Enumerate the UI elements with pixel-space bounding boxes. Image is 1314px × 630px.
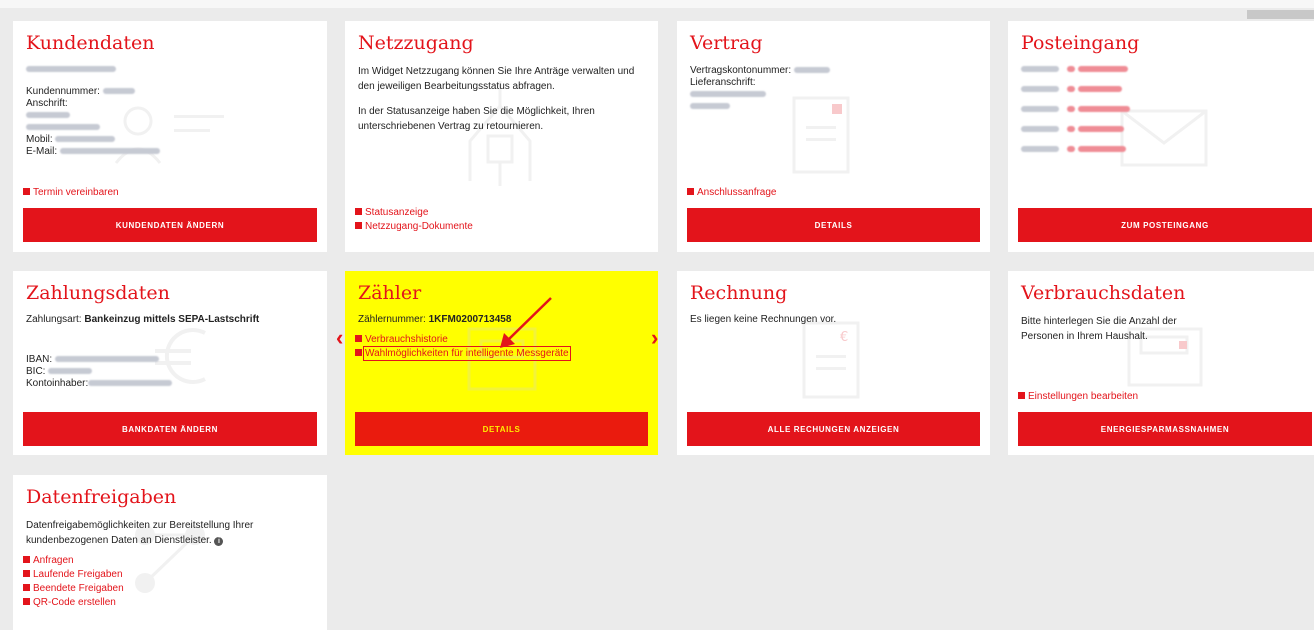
alle-rechnungen-anzeigen-button[interactable]: ALLE RECHUNGEN ANZEIGEN [687, 412, 980, 446]
message-row[interactable] [1021, 124, 1309, 136]
top-strip [0, 0, 1314, 8]
netzzugang-dokumente-link[interactable]: Netzzugang-Dokumente [355, 221, 473, 233]
bullet-square-icon [355, 222, 362, 229]
zahlungsart-row: Zahlungsart: Bankeinzug mittels SEPA-Las… [26, 314, 260, 325]
card-rechnung: € Rechnung Es liegen keine Rechnungen vo… [677, 271, 990, 455]
message-row[interactable] [1021, 104, 1309, 116]
card-title: Verbrauchsdaten [1021, 282, 1186, 304]
rechnung-status-text: Es liegen keine Rechnungen vor. [690, 314, 837, 325]
card-title: Netzzugang [358, 32, 474, 54]
kundennummer-row: Kundennummer: [26, 86, 314, 98]
carousel-prev-arrow[interactable]: ‹ [336, 327, 343, 349]
vertragskontonummer-row: Vertragskontonummer: [690, 65, 977, 77]
zum-posteingang-button[interactable]: ZUM POSTEINGANG [1018, 208, 1312, 242]
statusanzeige-description: In der Statusanzeige haben Sie die Mögli… [358, 106, 595, 132]
verbrauchshistorie-link[interactable]: Verbrauchshistorie [355, 334, 448, 346]
bullet-square-icon [23, 188, 30, 195]
card-datenfreigaben: Datenfreigaben Datenfreigabemöglichkeite… [13, 475, 327, 630]
carousel-next-arrow[interactable]: › [651, 327, 658, 349]
bullet-square-icon [23, 556, 30, 563]
card-title: Kundendaten [26, 32, 155, 54]
bullet-square-icon [355, 335, 362, 342]
card-verbrauchsdaten: Verbrauchsdaten Bitte hinterlegen Sie di… [1008, 271, 1314, 455]
bankdaten-aendern-button[interactable]: BANKDATEN ÄNDERN [23, 412, 317, 446]
message-row[interactable] [1021, 144, 1309, 156]
beendete-freigaben-link[interactable]: Beendete Freigaben [23, 583, 124, 595]
iban-row: IBAN: [26, 354, 314, 366]
laufende-freigaben-link[interactable]: Laufende Freigaben [23, 569, 123, 581]
einstellungen-bearbeiten-link[interactable]: Einstellungen bearbeiten [1018, 391, 1138, 403]
bullet-square-icon [687, 188, 694, 195]
invoice-icon: € [802, 321, 862, 401]
card-kundendaten: Kundendaten Kundennummer: Anschrift: Mob… [13, 21, 327, 252]
address-line-2-redacted [26, 122, 314, 134]
statusanzeige-link[interactable]: Statusanzeige [355, 207, 428, 219]
vertrag-details-button[interactable]: DETAILS [687, 208, 980, 242]
email-row: E-Mail: [26, 146, 314, 158]
horizontal-scrollbar[interactable] [1247, 10, 1314, 19]
termin-vereinbaren-link[interactable]: Termin vereinbaren [23, 187, 119, 199]
envelope-icon [1120, 109, 1210, 169]
netzzugang-description: Im Widget Netzzugang können Sie Ihre Ant… [358, 66, 635, 92]
card-title: Zahlungsdaten [26, 282, 170, 304]
kontoinhaber-row: Kontoinhaber: [26, 378, 314, 390]
bic-row: BIC: [26, 366, 314, 378]
info-icon[interactable]: i [214, 537, 224, 546]
liefer-line-1-redacted [690, 89, 977, 101]
datenfreigaben-description: Datenfreigabemöglichkeiten zur Bereitste… [26, 520, 254, 546]
customer-name-redacted [26, 64, 314, 76]
card-title: Posteingang [1021, 32, 1140, 54]
anfragen-link[interactable]: Anfragen [23, 555, 74, 567]
card-title: Vertrag [690, 32, 763, 54]
card-posteingang: Posteingang ZUM POSTEINGANG [1008, 21, 1314, 252]
kundendaten-aendern-button[interactable]: KUNDENDATEN ÄNDERN [23, 208, 317, 242]
bullet-square-icon [1018, 392, 1025, 399]
card-title: Datenfreigaben [26, 486, 177, 508]
energiesparmassnahmen-button[interactable]: ENERGIESPARMASSNAHMEN [1018, 412, 1312, 446]
plug-icon [450, 81, 550, 191]
card-vertrag: Vertrag Vertragskontonummer: Lieferansch… [677, 21, 990, 252]
zaehler-details-button[interactable]: DETAILS [355, 412, 648, 446]
card-netzzugang: Netzzugang Im Widget Netzzugang können S… [345, 21, 658, 252]
bullet-square-icon [23, 598, 30, 605]
annotation-arrow-icon [500, 297, 552, 348]
verbrauchsdaten-description: Bitte hinterlegen Sie die Anzahl der Per… [1021, 316, 1177, 342]
qr-code-erstellen-link[interactable]: QR-Code erstellen [23, 597, 116, 609]
card-title: Rechnung [690, 282, 788, 304]
anschrift-label: Anschrift: [26, 98, 68, 109]
bullet-square-icon [23, 570, 30, 577]
anschlussanfrage-link[interactable]: Anschlussanfrage [687, 187, 777, 199]
bullet-square-icon [355, 208, 362, 215]
liefer-line-2-redacted [690, 101, 977, 113]
message-row[interactable] [1021, 84, 1309, 96]
card-zahlungsdaten: Zahlungsdaten Zahlungsart: Bankeinzug mi… [13, 271, 327, 455]
message-row[interactable] [1021, 64, 1309, 76]
bullet-square-icon [355, 349, 362, 356]
svg-text:€: € [840, 330, 848, 345]
mobil-row: Mobil: [26, 134, 314, 146]
lieferanschrift-label: Lieferanschrift: [690, 77, 756, 88]
address-line-1-redacted [26, 110, 314, 122]
bullet-square-icon [23, 584, 30, 591]
